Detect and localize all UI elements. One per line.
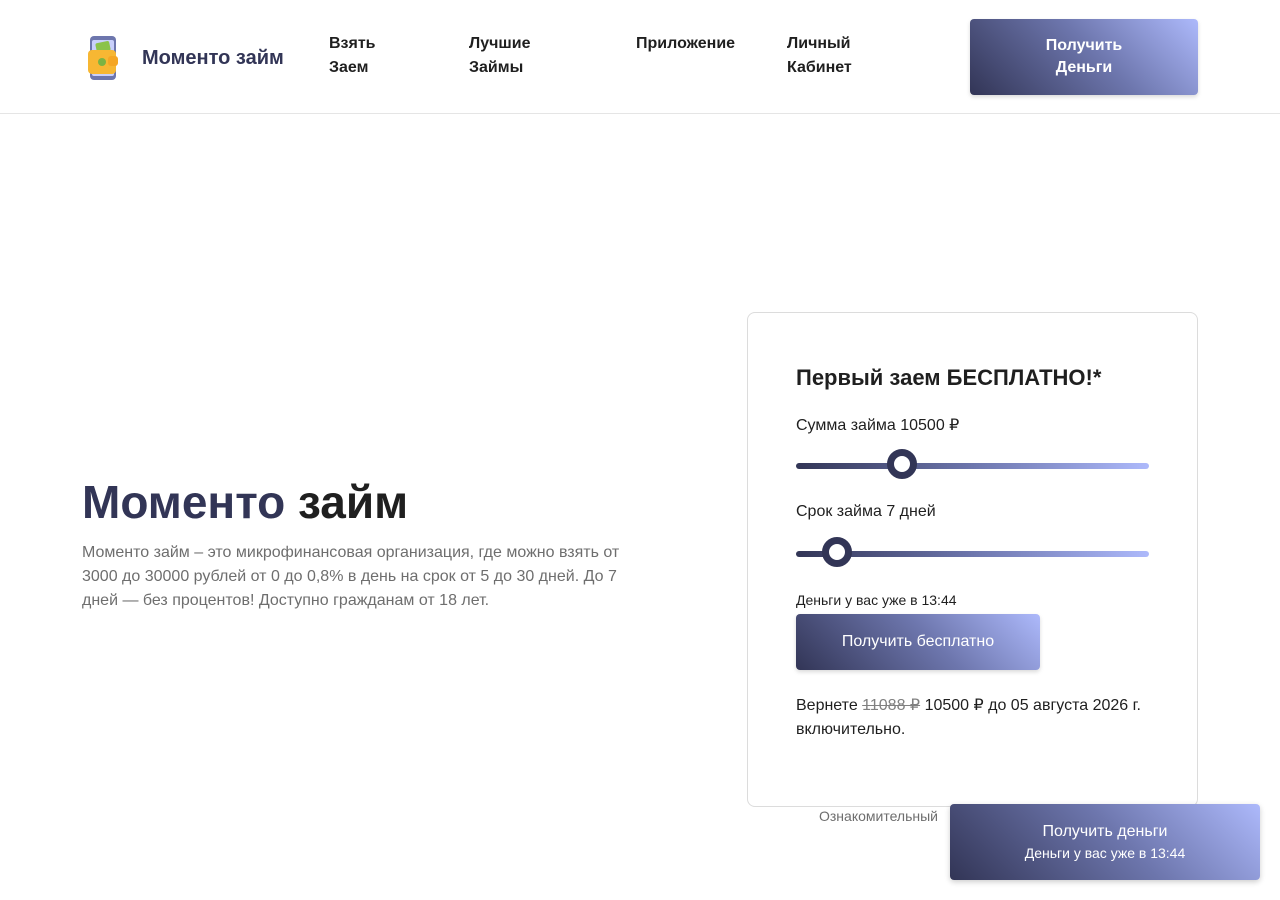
term-slider[interactable] — [796, 537, 1149, 567]
disclaimer-text: Ознакомительный — [819, 808, 938, 824]
term-label: Срок займа 7 дней — [796, 503, 936, 520]
amount-slider-thumb[interactable] — [886, 449, 917, 479]
hero-title-rest: займ — [298, 476, 409, 528]
get-free-button[interactable]: Получить бесплатно — [796, 614, 1040, 670]
floating-get-money-button[interactable]: Получить деньги Деньги у вас уже в 13:44 — [950, 804, 1260, 880]
hero-description: Моменто займ – это микрофинансовая орган… — [82, 544, 620, 609]
term-slider-thumb[interactable] — [822, 537, 853, 567]
get-money-button[interactable]: Получить Деньги — [970, 19, 1198, 95]
card-title: Первый заем БЕСПЛАТНО!* — [796, 365, 1102, 390]
hero-title: Моменто займ — [82, 474, 408, 530]
repay-prefix: Вернете — [796, 697, 858, 714]
amount-slider[interactable] — [796, 449, 1149, 479]
repay-old-amount: 11088 ₽ — [862, 697, 921, 714]
floating-cta-label: Получить деньги — [1042, 823, 1168, 840]
site-header: Моменто займ Взять Заем Лучшие Займы При… — [0, 0, 1280, 114]
nav-personal-account[interactable]: Личный Кабинет — [787, 32, 897, 80]
nav-app[interactable]: Приложение — [636, 32, 766, 56]
repay-info: Вернете 11088 ₽ 10500 ₽ до 05 августа 20… — [796, 694, 1156, 742]
wallet-phone-icon — [88, 36, 118, 80]
amount-label: Сумма займа 10500 ₽ — [796, 417, 960, 434]
nav-take-loan[interactable]: Взять Заем — [329, 32, 419, 80]
loan-calculator-card: Первый заем БЕСПЛАТНО!* Сумма займа 1050… — [747, 312, 1198, 807]
logo[interactable]: Моменто займ — [82, 34, 284, 82]
hero-title-brand: Моменто — [82, 476, 286, 528]
logo-text: Моменто займ — [142, 46, 284, 69]
floating-cta-sublabel: Деньги у вас уже в 13:44 — [1024, 845, 1186, 861]
arrival-time: Деньги у вас уже в 13:44 — [796, 592, 957, 608]
nav-best-loans[interactable]: Лучшие Займы — [469, 32, 579, 80]
